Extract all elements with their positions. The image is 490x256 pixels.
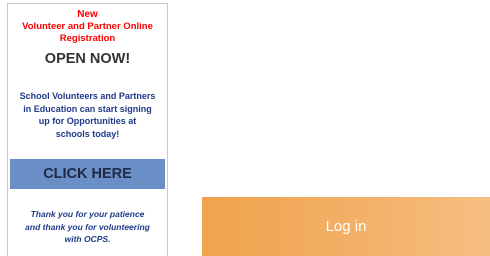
description-line: schools today! xyxy=(55,128,120,139)
registration-title-line: Volunteer and Partner Online xyxy=(22,21,153,32)
login-button[interactable]: Log in xyxy=(202,197,490,256)
thank-you-line: with OCPS. xyxy=(64,234,111,244)
volunteer-registration-banner: New Volunteer and Partner Online Registr… xyxy=(7,3,168,256)
registration-title: Volunteer and Partner Online Registratio… xyxy=(8,21,167,45)
thank-you-line: and thank you for volunteering xyxy=(25,221,150,232)
click-here-button[interactable]: CLICK HERE xyxy=(10,159,165,189)
description-line: in Education can start signing xyxy=(23,103,152,114)
registration-title-line: Registration xyxy=(59,33,116,44)
thank-you-line: Thank you for your patience xyxy=(30,209,145,219)
open-now-heading: OPEN NOW! xyxy=(44,51,131,67)
thank-you-note: Thank you for your patience and thank yo… xyxy=(10,208,165,246)
registration-description: School Volunteers and Partners in Educat… xyxy=(10,90,165,140)
page: New Volunteer and Partner Online Registr… xyxy=(0,0,490,256)
new-label: New xyxy=(77,9,98,20)
description-line: School Volunteers and Partners xyxy=(19,91,156,101)
description-line: up for Opportunities at xyxy=(38,116,137,126)
